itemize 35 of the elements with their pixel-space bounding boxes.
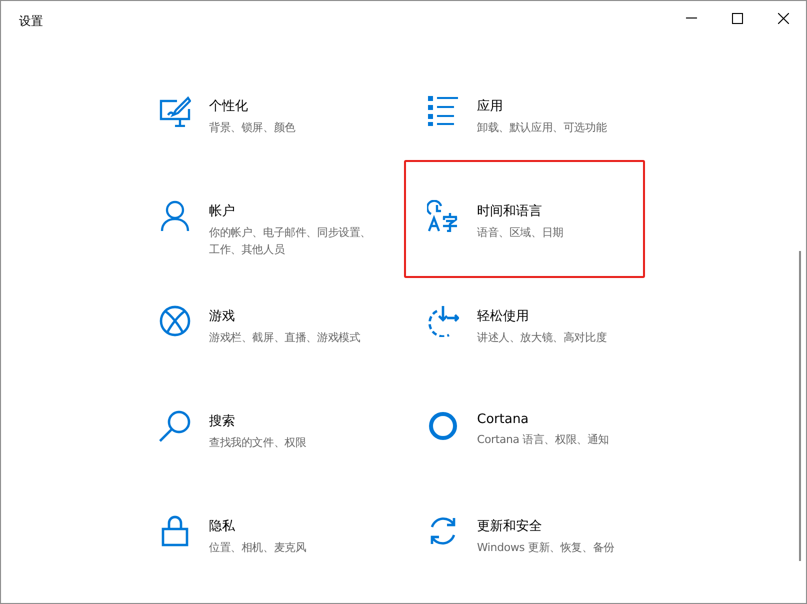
tile-title: 隐私 <box>209 518 236 535</box>
tile-description: 游戏栏、截屏、直播、游戏模式 <box>209 330 362 346</box>
tile-description: 讲述人、放大镜、高对比度 <box>477 330 608 346</box>
tile-title: 个性化 <box>209 98 249 115</box>
tile-description: 语音、区域、日期 <box>477 225 564 241</box>
tile-description: 位置、相机、麦克风 <box>209 540 308 556</box>
maximize-icon <box>732 12 742 24</box>
person-icon <box>159 200 191 232</box>
clock-letter-icon <box>427 200 459 232</box>
tile-title: 游戏 <box>209 308 236 325</box>
xbox-icon <box>159 305 191 337</box>
highlighted-settings-tile[interactable]: 时间和语言 语音、区域、日期 <box>404 160 645 278</box>
tile-description: 背景、锁屏、颜色 <box>209 120 296 136</box>
tile-description: Windows 更新、恢复、备份 <box>477 540 616 556</box>
tile-description: 查找我的文件、权限 <box>209 435 308 451</box>
tile-title: Cortana <box>477 412 530 427</box>
tile-title: 轻松使用 <box>477 308 530 325</box>
minimize-icon <box>686 17 696 19</box>
tile-description: Cortana 语言、权限、通知 <box>477 432 610 448</box>
window-title: 设置 <box>19 12 43 30</box>
tile-title: 帐户 <box>209 203 236 220</box>
tile-title: 搜索 <box>209 413 236 430</box>
ring-icon <box>427 410 459 442</box>
tile-title: 更新和安全 <box>477 518 543 535</box>
tile-title: 时间和语言 <box>477 203 543 220</box>
dashed-clock-icon <box>427 305 459 337</box>
brush-monitor-icon <box>159 95 191 127</box>
lock-icon <box>159 515 191 547</box>
search-icon <box>159 410 191 442</box>
close-icon <box>778 12 788 24</box>
tile-description: 你的帐户、电子邮件、同步设置、工作、其他人员 <box>209 225 372 258</box>
tile-title: 应用 <box>477 98 504 115</box>
tile-description: 卸载、默认应用、可选功能 <box>477 120 608 136</box>
list-icon <box>427 95 459 127</box>
scrollbar-thumb[interactable] <box>799 251 801 561</box>
